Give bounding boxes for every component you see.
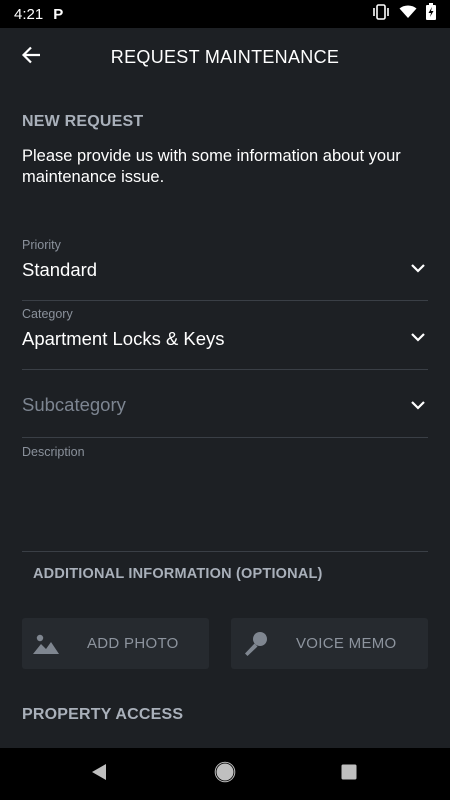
subcategory-dropdown[interactable]: Subcategory (22, 370, 428, 438)
intro-text: Please provide us with some information … (22, 147, 401, 186)
image-icon (33, 633, 59, 655)
wifi-icon (399, 5, 417, 24)
add-photo-label: ADD PHOTO (87, 635, 179, 652)
arrow-left-icon (21, 46, 41, 69)
nav-home-button[interactable] (213, 761, 237, 788)
priority-dropdown[interactable]: Priority Standard (22, 232, 428, 301)
system-nav-bar (0, 748, 450, 800)
nav-back-button[interactable] (87, 762, 111, 786)
nav-recents-button[interactable] (337, 762, 361, 786)
app-bar: REQUEST MAINTENANCE (0, 28, 450, 86)
category-dropdown[interactable]: Category Apartment Locks & Keys (22, 301, 428, 370)
back-button[interactable] (0, 28, 62, 86)
vibrate-icon (372, 3, 390, 25)
priority-label: Priority (22, 238, 61, 252)
circle-home-icon (214, 761, 236, 788)
add-photo-button[interactable]: ADD PHOTO (22, 618, 209, 669)
subcategory-placeholder: Subcategory (22, 394, 126, 415)
category-label: Category (22, 307, 73, 321)
chevron-down-icon (410, 329, 426, 342)
priority-value: Standard (22, 259, 98, 280)
voice-memo-label: VOICE MEMO (296, 635, 397, 652)
category-value: Apartment Locks & Keys (22, 328, 225, 349)
status-time: 4:21 (14, 5, 44, 23)
app-indicator: P (53, 5, 64, 23)
description-label: Description (22, 445, 85, 459)
microphone-icon (242, 630, 270, 658)
square-recents-icon (340, 763, 358, 786)
battery-charging-icon (426, 3, 436, 25)
property-access-heading: PROPERTY ACCESS (22, 706, 184, 723)
triangle-back-icon (90, 763, 108, 786)
new-request-heading: NEW REQUEST (22, 113, 144, 130)
description-field[interactable]: Description (22, 440, 428, 552)
page-title: REQUEST MAINTENANCE (110, 46, 340, 67)
status-bar: 4:21 P (0, 0, 450, 28)
voice-memo-button[interactable]: VOICE MEMO (231, 618, 428, 669)
chevron-down-icon (410, 260, 426, 273)
additional-info-heading: ADDITIONAL INFORMATION (OPTIONAL) (33, 566, 323, 582)
chevron-down-icon (410, 397, 426, 410)
status-icons (372, 3, 436, 25)
